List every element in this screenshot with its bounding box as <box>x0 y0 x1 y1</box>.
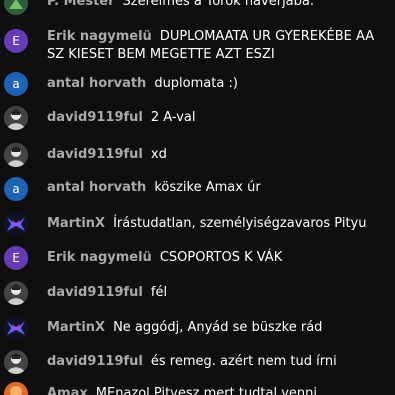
avatar-initial: a <box>12 77 20 91</box>
message-text: 2 A-val <box>150 110 196 125</box>
author-name[interactable]: antal horvath <box>47 180 146 195</box>
chat-message: MartinX Írástudatlan, személyiségzavaros … <box>0 212 395 236</box>
chat-message: david9119ful xd <box>0 143 395 167</box>
author-name[interactable]: Erik nagymelü <box>47 29 152 44</box>
chat-message: david9119ful 2 A-val <box>0 106 395 130</box>
message-text: fél <box>150 285 168 300</box>
message-text: Szerelmes a Török haverjába. <box>122 0 314 9</box>
chat-message: Amax MEnazol Pityesz mert tudtal venni <box>0 382 395 395</box>
live-chat-panel[interactable]: P. Mester Szerelmes a Török haverjába. E … <box>0 0 395 395</box>
author-name[interactable]: antal horvath <box>47 76 146 91</box>
author-name[interactable]: david9119ful <box>47 147 143 162</box>
message-text: duplomata :) <box>154 76 238 91</box>
author-name[interactable]: P. Mester <box>47 0 115 9</box>
avatar-initial: a <box>12 182 20 196</box>
author-name[interactable]: david9119ful <box>47 285 143 300</box>
avatar[interactable] <box>4 106 28 130</box>
chat-message: a antal horvath duplomata :) <box>0 72 395 96</box>
chat-message: david9119ful fél <box>0 281 395 305</box>
avatar-initial: E <box>12 251 20 265</box>
author-name[interactable]: Erik nagymelü <box>47 250 152 265</box>
avatar[interactable] <box>4 350 28 374</box>
avatar[interactable] <box>4 212 28 236</box>
message-text: xd <box>150 147 167 162</box>
chat-message: E Erik nagymelü CSOPORTOS K VÁK <box>0 246 395 270</box>
avatar[interactable]: E <box>4 246 28 270</box>
avatar[interactable]: a <box>4 177 28 201</box>
message-text: CSOPORTOS K VÁK <box>159 250 283 265</box>
message-text: Írástudatlan, személyiségzavaros Pityu <box>113 216 367 231</box>
chat-message: P. Mester Szerelmes a Török haverjába. <box>0 0 395 15</box>
author-name[interactable]: MartinX <box>47 216 105 231</box>
avatar[interactable] <box>4 143 28 167</box>
avatar[interactable] <box>4 281 28 305</box>
author-name[interactable]: david9119ful <box>47 110 143 125</box>
chat-message: a antal horvath köszike Amax úr <box>0 177 395 201</box>
message-text: és remeg. azért nem tud írni <box>150 354 337 369</box>
avatar[interactable] <box>4 0 28 15</box>
message-text: MEnazol Pityesz mert tudtal venni <box>95 386 318 395</box>
chat-message: E Erik nagymelü DUPLOMAATA UR GYEREKÉBE A… <box>0 28 395 68</box>
author-name[interactable]: MartinX <box>47 320 105 335</box>
message-text: köszike Amax úr <box>154 180 261 195</box>
avatar[interactable] <box>4 382 28 395</box>
avatar[interactable]: E <box>4 29 28 53</box>
avatar[interactable]: a <box>4 72 28 96</box>
avatar[interactable] <box>4 316 28 340</box>
message-text: Ne aggódj, Anyád se büszke rád <box>113 320 323 335</box>
chat-message: david9119ful és remeg. azért nem tud írni <box>0 350 395 374</box>
author-name[interactable]: Amax <box>47 386 88 395</box>
chat-message: MartinX Ne aggódj, Anyád se büszke rád <box>0 316 395 340</box>
author-name[interactable]: david9119ful <box>47 354 143 369</box>
avatar-initial: E <box>12 34 20 48</box>
